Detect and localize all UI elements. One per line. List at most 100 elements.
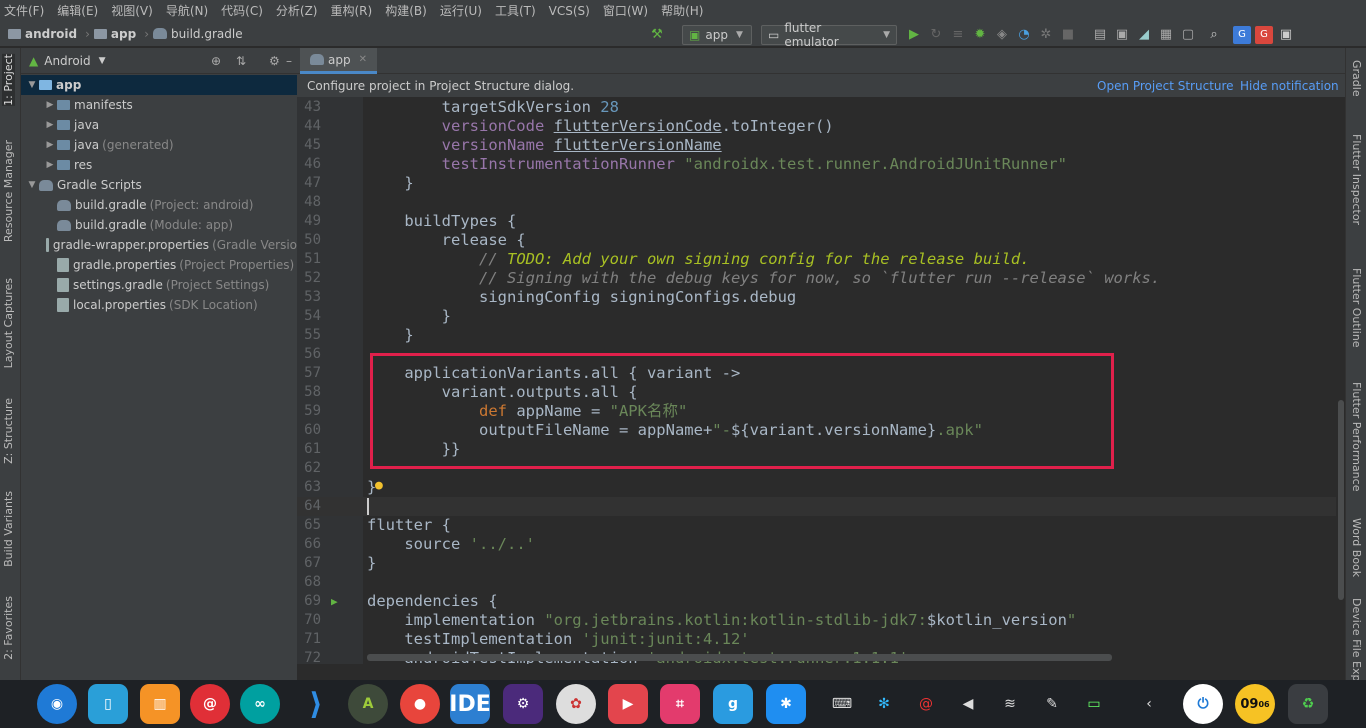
chrome-icon[interactable]: ● xyxy=(400,684,440,724)
project-view-select[interactable]: Android xyxy=(44,54,90,68)
arduino-icon[interactable]: ∞ xyxy=(240,684,280,724)
plugin-app-icon[interactable]: ✱ xyxy=(766,684,806,724)
tree-item[interactable]: ▼ Gradle Scripts xyxy=(21,175,297,195)
deepin-launcher-icon[interactable]: ◉ xyxy=(37,684,77,724)
hide-icon[interactable]: – xyxy=(286,54,292,68)
gear-icon[interactable]: ⚙ xyxy=(269,54,280,68)
code-line[interactable]: 66 source '../..' xyxy=(297,535,1337,554)
project-structure-icon[interactable]: ▦ xyxy=(1157,26,1175,44)
expand-icon[interactable]: ▶ xyxy=(43,140,57,150)
tree-item[interactable]: ▶ java xyxy=(21,115,297,135)
screenshot-icon[interactable]: ⌗ xyxy=(660,684,700,724)
keyboard-icon[interactable]: ⌨ xyxy=(830,692,854,716)
code-line[interactable]: 46 testInstrumentationRunner "androidx.t… xyxy=(297,155,1337,174)
code-line[interactable]: 50 release { xyxy=(297,231,1337,250)
clock-icon[interactable]: 09 06 xyxy=(1235,684,1275,724)
breadcrumb-file[interactable]: build.gradle xyxy=(153,27,243,41)
vscode-icon[interactable]: ⟩ xyxy=(296,684,336,724)
debug-icon[interactable]: ✹ xyxy=(971,26,989,44)
menu-item[interactable]: 编辑(E) xyxy=(57,2,98,19)
tree-item[interactable]: ▶ manifests xyxy=(21,95,297,115)
tool-tab[interactable]: Build Variants xyxy=(2,491,15,567)
menu-item[interactable]: 窗口(W) xyxy=(603,2,648,19)
deepin-store-icon[interactable]: g xyxy=(713,684,753,724)
code-line[interactable]: 63} ● xyxy=(297,478,1337,497)
tab-app[interactable]: app ✕ xyxy=(300,48,377,74)
plugin-icon[interactable]: G xyxy=(1255,25,1273,44)
apply-changes-icon[interactable]: ≡ xyxy=(949,26,967,44)
avd-manager-icon[interactable]: ▣ xyxy=(1113,26,1131,44)
rerun-icon[interactable]: ↻ xyxy=(927,26,945,44)
code-line[interactable]: 47 } xyxy=(297,174,1337,193)
menu-item[interactable]: VCS(S) xyxy=(549,4,590,18)
code-line[interactable]: 52 // Signing with the debug keys for no… xyxy=(297,269,1337,288)
run-config-select[interactable]: ▣ app ▼ xyxy=(682,24,752,45)
attach-debugger-icon[interactable]: ◈ xyxy=(993,26,1011,44)
music-tray-icon[interactable]: @ xyxy=(914,692,938,716)
close-icon[interactable]: ✕ xyxy=(359,54,367,65)
sdk-manager-icon[interactable]: ◢ xyxy=(1135,26,1153,44)
tree-item[interactable]: build.gradle (Project: android) xyxy=(21,195,297,215)
code-line[interactable]: 53 signingConfig signingConfigs.debug xyxy=(297,288,1337,307)
tree-item[interactable]: ▼ app xyxy=(21,75,297,95)
code-line[interactable]: 65 flutter { xyxy=(297,516,1337,535)
chevron-left-icon[interactable]: ‹ xyxy=(1137,692,1161,716)
tree-item[interactable]: gradle.properties (Project Properties) xyxy=(21,255,297,275)
tree-item[interactable]: ▶ java (generated) xyxy=(21,135,297,155)
plugin-2-icon[interactable]: ▣ xyxy=(1277,26,1295,44)
code-editor[interactable]: 43 targetSdkVersion 28 44 versionCode flu… xyxy=(297,97,1345,664)
volume-icon[interactable]: ◀ xyxy=(956,692,980,716)
tree-item[interactable]: ▶ res xyxy=(21,155,297,175)
hide-notification-link[interactable]: Hide notification xyxy=(1240,79,1339,93)
battery-icon[interactable]: ▭ xyxy=(1082,692,1106,716)
open-project-structure-link[interactable]: Open Project Structure xyxy=(1097,79,1234,93)
screen-recorder-icon[interactable]: ▶ xyxy=(608,684,648,724)
menu-item[interactable]: 代码(C) xyxy=(221,2,263,19)
code-line[interactable]: 45 versionName flutterVersionName xyxy=(297,136,1337,155)
run-icon[interactable]: ▶ xyxy=(905,26,923,44)
stop-icon[interactable]: ■ xyxy=(1059,26,1077,44)
device-select[interactable]: ▭ flutter emulator ▼ xyxy=(761,21,897,49)
code-line[interactable]: 71 testImplementation 'junit:junit:4.12' xyxy=(297,630,1337,649)
search-icon[interactable]: ⌕ xyxy=(1205,26,1223,44)
menu-item[interactable]: 重构(R) xyxy=(331,2,373,19)
qt-creator-icon[interactable]: ⚙ xyxy=(503,684,543,724)
collapse-icon[interactable]: ⇅ xyxy=(236,54,246,68)
tray-app-icon[interactable]: ✻ xyxy=(872,692,896,716)
profile-icon[interactable]: ◔ xyxy=(1015,26,1033,44)
menu-item[interactable]: 工具(T) xyxy=(495,2,536,19)
trash-icon[interactable]: ♻ xyxy=(1288,684,1328,724)
code-line[interactable]: 58 variant.outputs.all { xyxy=(297,383,1337,402)
hammer-icon[interactable]: ⚒ xyxy=(648,26,666,44)
locate-icon[interactable]: ⊕ xyxy=(211,54,221,68)
wifi-icon[interactable]: ≋ xyxy=(998,692,1022,716)
menu-item[interactable]: 文件(F) xyxy=(4,2,44,19)
android-studio-icon[interactable]: A xyxy=(348,684,388,724)
code-line[interactable]: 70 implementation "org.jetbrains.kotlin:… xyxy=(297,611,1337,630)
tree-item[interactable]: settings.gradle (Project Settings) xyxy=(21,275,297,295)
netease-music-icon[interactable]: @ xyxy=(190,684,230,724)
expand-icon[interactable]: ▶ xyxy=(43,100,57,110)
code-line[interactable]: 57 applicationVariants.all { variant -> xyxy=(297,364,1337,383)
tool-tab[interactable]: Layout Captures xyxy=(2,278,15,368)
file-manager-icon[interactable]: ▯ xyxy=(88,684,128,724)
app-store-icon[interactable]: ▥ xyxy=(140,684,180,724)
code-line[interactable]: 44 versionCode flutterVersionCode.toInte… xyxy=(297,117,1337,136)
settings-icon[interactable]: ✿ xyxy=(556,684,596,724)
menu-item[interactable]: 构建(B) xyxy=(385,2,427,19)
expand-icon[interactable]: ▶ xyxy=(43,120,57,130)
code-line[interactable]: 56 xyxy=(297,345,1337,364)
device-icon[interactable]: ▢ xyxy=(1179,26,1197,44)
code-line[interactable]: 60 outputFileName = appName+"-${variant.… xyxy=(297,421,1337,440)
menu-item[interactable]: 分析(Z) xyxy=(276,2,318,19)
code-line[interactable]: 64 xyxy=(297,497,1337,516)
tool-tab[interactable]: Resource Manager xyxy=(2,140,15,242)
tool-tab[interactable]: Flutter Performance xyxy=(1350,382,1363,491)
tree-item[interactable]: local.properties (SDK Location) xyxy=(21,295,297,315)
menu-item[interactable]: 视图(V) xyxy=(111,2,153,19)
pen-icon[interactable]: ✎ xyxy=(1040,692,1064,716)
tool-tab[interactable]: Z: Structure xyxy=(2,398,15,464)
code-line[interactable]: 55 } xyxy=(297,326,1337,345)
tool-tab[interactable]: Device File Exp xyxy=(1350,598,1363,681)
coverage-icon[interactable]: ✲ xyxy=(1037,26,1055,44)
